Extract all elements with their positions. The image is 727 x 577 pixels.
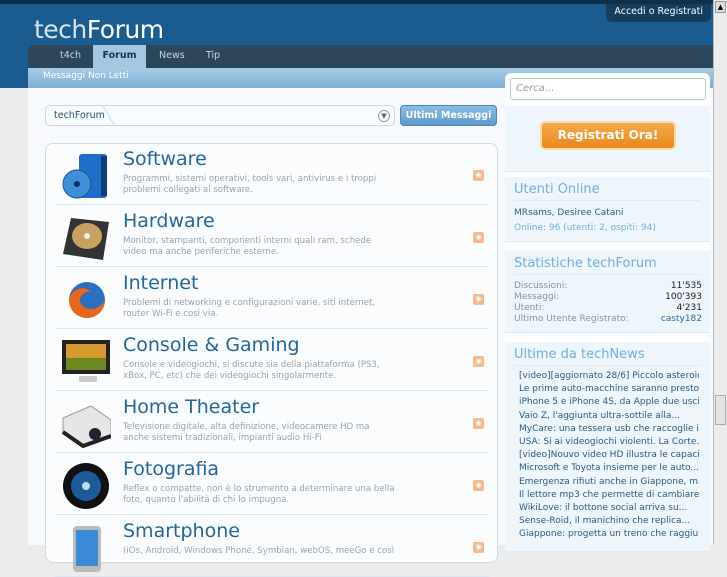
news-link[interactable]: Sense-Roid, il manichino che replica... (519, 516, 699, 526)
news-link[interactable]: Emergenza rifiuti anche in Giappone, ma.… (519, 477, 699, 487)
forum-title[interactable]: Fotografia (123, 458, 219, 480)
forum-description: Programmi, sistemi operativi, tools vari… (123, 174, 377, 195)
forum-description: Problemi di networking e configurazioni … (123, 298, 376, 319)
online-users-block: Utenti Online MRsams, Desiree Catani Onl… (505, 177, 710, 242)
forum-list: Software Programmi, sistemi operativi, t… (45, 143, 498, 577)
scrollbar[interactable]: ▲ (713, 0, 727, 545)
news-link[interactable]: Il lettore mp3 che permette di cambiare.… (519, 490, 699, 500)
hard-disk-icon (63, 218, 109, 260)
stat-label: Ultimo Utente Registrato: (514, 314, 629, 324)
news-link[interactable]: USA: Si ai videogiochi violenti. La Cort… (519, 437, 699, 447)
breadcrumb-root[interactable]: techForum (54, 110, 105, 121)
online-users-title: Utenti Online (514, 182, 700, 201)
scrollbar-thumb[interactable] (715, 395, 726, 425)
rss-icon[interactable]: ◉ (473, 232, 484, 243)
stat-row: Discussioni: 11'535 (514, 281, 702, 291)
rss-icon[interactable]: ◉ (473, 418, 484, 429)
news-block: Ultime da techNews [video][aggiornato 28… (505, 342, 710, 552)
stat-row: Messaggi: 100'393 (514, 292, 702, 302)
news-link[interactable]: [video][aggiornato 28/6] Piccolo asteroi… (519, 371, 699, 381)
forum-description: Monitor, stampanti, componenti interni q… (123, 236, 372, 257)
rss-icon[interactable]: ◉ (473, 356, 484, 367)
logo-bold-text: Forum (86, 15, 164, 44)
forum-description: Televisione digitale, alta definizione, … (123, 422, 370, 443)
stat-value: 4'231 (676, 303, 702, 313)
online-users-list[interactable]: MRsams, Desiree Catani (514, 208, 702, 218)
firefox-icon (69, 282, 105, 318)
stat-value: 11'535 (670, 281, 702, 291)
rss-icon[interactable]: ◉ (473, 542, 484, 553)
forum-item[interactable]: Home Theater Televisione digitale, alta … (55, 392, 489, 453)
online-summary: Online: 96 (utenti: 2, ospiti: 94) (514, 223, 656, 233)
news-link[interactable]: MyCare: una tessera usb che raccoglie i.… (519, 424, 699, 434)
chevron-down-icon[interactable]: ▼ (378, 110, 390, 122)
tab-t4ch[interactable]: t4ch (60, 45, 81, 68)
forum-description: Console e videogiochi, si discute sia de… (123, 360, 380, 381)
forum-item[interactable]: Fotografia Reflex o compatte, non è lo s… (55, 454, 489, 515)
stat-label: Utenti: (514, 303, 545, 313)
rss-icon[interactable]: ◉ (473, 294, 484, 305)
main-nav: t4ch Forum News Tip (28, 45, 713, 68)
news-link[interactable]: Microsoft e Toyota insieme per le auto..… (519, 463, 699, 473)
tab-forum[interactable]: Forum (93, 45, 146, 68)
stat-row: Utenti: 4'231 (514, 303, 702, 313)
forum-item[interactable]: Smartphone (iOs, Android, Windows Phone,… (55, 516, 489, 577)
forum-title[interactable]: Software (123, 148, 207, 170)
news-link[interactable]: Le prime auto-macchine saranno presto... (519, 384, 699, 394)
tab-tip[interactable]: Tip (206, 45, 220, 68)
stats-block: Statistiche techForum Discussioni: 11'535… (505, 251, 710, 333)
rss-icon[interactable]: ◉ (473, 170, 484, 181)
forum-item[interactable]: Internet Problemi di networking e config… (55, 268, 489, 329)
register-block: Registrati Ora! (505, 106, 710, 172)
register-button[interactable]: Registrati Ora! (540, 121, 676, 150)
latest-user-link[interactable]: casty182 (661, 314, 702, 324)
stat-label: Messaggi: (514, 292, 560, 302)
forum-item[interactable]: Hardware Monitor, stampanti, componenti … (55, 206, 489, 267)
forum-title[interactable]: Console & Gaming (123, 334, 300, 356)
smartphone-icon (73, 526, 101, 572)
breadcrumb: techForum ▼ (45, 105, 395, 126)
software-box-icon (62, 154, 107, 199)
forum-title[interactable]: Internet (123, 272, 198, 294)
tab-news[interactable]: News (159, 45, 185, 68)
forum-description: Reflex o compatte, non è lo strumento a … (123, 484, 395, 505)
forum-title[interactable]: Home Theater (123, 396, 259, 418)
forum-title[interactable]: Smartphone (123, 520, 240, 542)
rss-icon[interactable]: ◉ (473, 480, 484, 491)
forum-item[interactable]: Console & Gaming Console e videogiochi, … (55, 330, 489, 391)
projector-icon (61, 405, 111, 448)
forum-item[interactable]: Software Programmi, sistemi operativi, t… (55, 144, 489, 205)
latest-messages-button[interactable]: Ultimi Messaggi (400, 105, 497, 126)
news-link[interactable]: WikiLove: il bottone social arriva su... (519, 503, 699, 513)
unread-messages-link[interactable]: Messaggi Non Letti (43, 71, 129, 81)
news-title: Ultime da techNews (514, 347, 700, 366)
forum-description: (iOs, Android, Windows Phone, Symbian, w… (123, 546, 395, 556)
sidebar: Cerca... Registrati Ora! Utenti Online M… (505, 73, 710, 552)
logo-light-text: tech (34, 15, 87, 44)
stat-label: Discussioni: (514, 281, 568, 291)
scroll-up-icon[interactable]: ▲ (715, 1, 726, 13)
stat-row: Ultimo Utente Registrato: casty182 (514, 314, 702, 324)
stats-title: Statistiche techForum (514, 256, 700, 275)
login-register-link[interactable]: Accedi o Registrati (606, 4, 711, 22)
news-link[interactable]: Giappone: progetta un treno che raggiung… (519, 529, 699, 539)
camera-lens-icon (63, 463, 109, 509)
forum-title[interactable]: Hardware (123, 210, 215, 232)
news-link[interactable]: iPhone 5 e iPhone 4S, da Apple due uscit… (519, 397, 699, 407)
monitor-icon (62, 340, 110, 382)
site-logo[interactable]: techForum (34, 15, 164, 44)
news-link[interactable]: Vaio Z, l'aggiunta ultra-sottile alla... (519, 411, 699, 421)
stat-value: 100'393 (665, 292, 702, 302)
search-input[interactable]: Cerca... (510, 78, 706, 100)
news-link[interactable]: [video]Nouvo video HD illustra le capaci… (519, 450, 699, 460)
